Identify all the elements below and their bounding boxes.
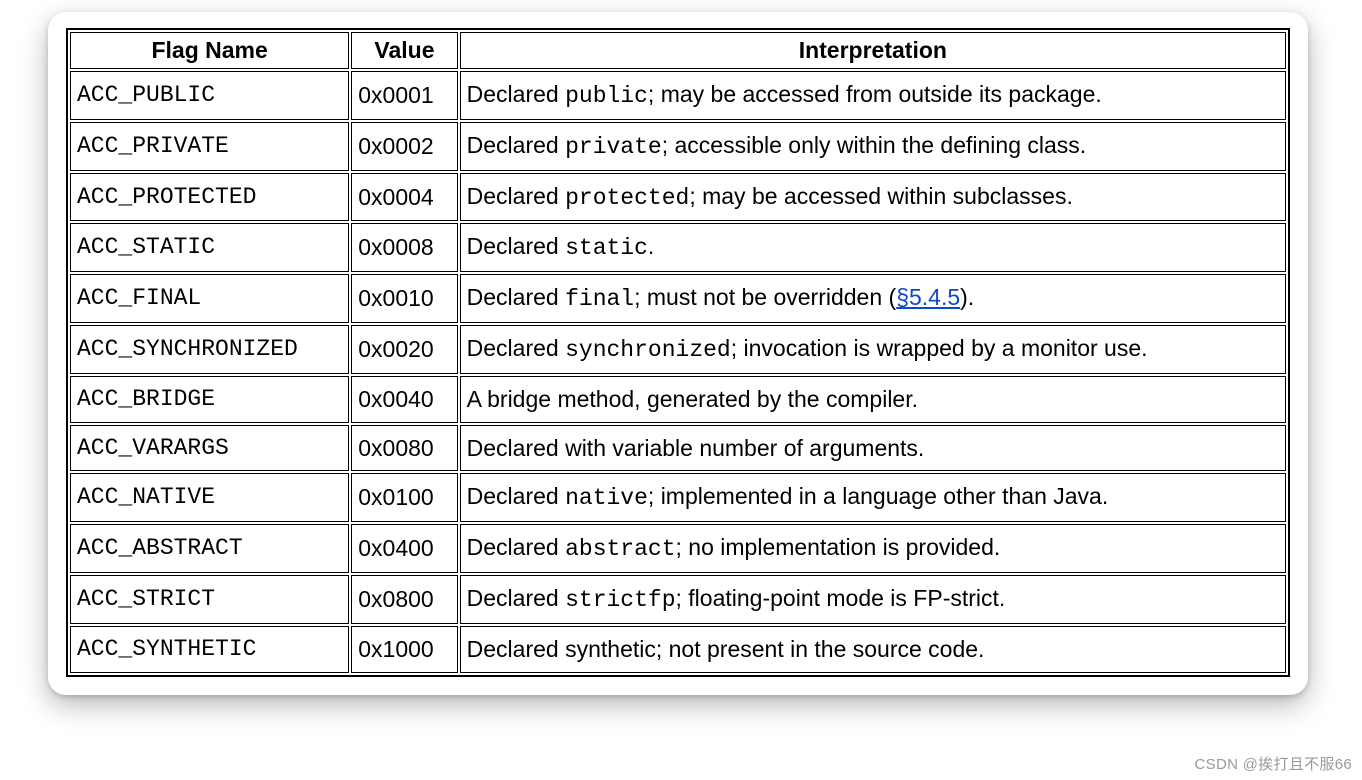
cell-interpretation: Declared static. [460, 223, 1286, 272]
header-interpretation: Interpretation [460, 32, 1286, 69]
cell-value: 0x0400 [351, 524, 457, 573]
watermark-text: CSDN @挨打且不服66 [1195, 753, 1352, 774]
header-value: Value [351, 32, 457, 69]
table-row: ACC_PROTECTED0x0004Declared protected; m… [70, 173, 1286, 222]
interp-text-pre: Declared [467, 233, 565, 259]
cell-value: 0x0001 [351, 71, 457, 120]
interp-text-pre: Declared [467, 81, 565, 107]
cell-interpretation: Declared public; may be accessed from ou… [460, 71, 1286, 120]
table-row: ACC_STRICT0x0800Declared strictfp; float… [70, 575, 1286, 624]
cell-interpretation: Declared private; accessible only within… [460, 122, 1286, 171]
interp-text-pre: Declared [467, 284, 565, 310]
cell-value: 0x0040 [351, 376, 457, 423]
table-header-row: Flag Name Value Interpretation [70, 32, 1286, 69]
cell-flag-name: ACC_ABSTRACT [70, 524, 349, 573]
table-row: ACC_FINAL0x0010Declared final; must not … [70, 274, 1286, 323]
interp-text-pre: Declared [467, 132, 565, 158]
cell-interpretation: Declared synchronized; invocation is wra… [460, 325, 1286, 374]
section-link[interactable]: §5.4.5 [896, 284, 960, 310]
cell-flag-name: ACC_STRICT [70, 575, 349, 624]
interp-keyword: protected [565, 185, 689, 211]
cell-interpretation: A bridge method, generated by the compil… [460, 376, 1286, 423]
cell-interpretation: Declared abstract; no implementation is … [460, 524, 1286, 573]
cell-interpretation: Declared synthetic; not present in the s… [460, 626, 1286, 673]
interp-keyword: static [565, 235, 648, 261]
interp-text-post: ; no implementation is provided. [676, 534, 1001, 560]
cell-flag-name: ACC_VARARGS [70, 425, 349, 472]
interp-text-pre: Declared [467, 483, 565, 509]
table-row: ACC_SYNTHETIC0x1000 Declared synthetic; n… [70, 626, 1286, 673]
interp-text-pre: Declared [467, 335, 565, 361]
table-row: ACC_ABSTRACT0x0400Declared abstract; no … [70, 524, 1286, 573]
cell-flag-name: ACC_PUBLIC [70, 71, 349, 120]
interp-keyword: native [565, 485, 648, 511]
cell-flag-name: ACC_PRIVATE [70, 122, 349, 171]
cell-interpretation: Declared with variable number of argumen… [460, 425, 1286, 472]
cell-value: 0x0002 [351, 122, 457, 171]
table-row: ACC_STATIC0x0008Declared static. [70, 223, 1286, 272]
cell-flag-name: ACC_SYNCHRONIZED [70, 325, 349, 374]
table-row: ACC_NATIVE0x0100Declared native; impleme… [70, 473, 1286, 522]
interp-keyword: final [565, 286, 634, 312]
cell-flag-name: ACC_PROTECTED [70, 173, 349, 222]
table-row: ACC_SYNCHRONIZED0x0020Declared synchroni… [70, 325, 1286, 374]
interp-text-post: . [648, 233, 654, 259]
interp-text-post: ; accessible only within the defining cl… [662, 132, 1086, 158]
cell-value: 0x0004 [351, 173, 457, 222]
interp-text-pre: Declared [467, 534, 565, 560]
cell-value: 0x0100 [351, 473, 457, 522]
cell-flag-name: ACC_BRIDGE [70, 376, 349, 423]
interp-text-post: ; may be accessed within subclasses. [689, 183, 1073, 209]
table-row: ACC_BRIDGE0x0040 A bridge method, generat… [70, 376, 1286, 423]
document-card: Flag Name Value Interpretation ACC_PUBLI… [48, 12, 1308, 695]
cell-flag-name: ACC_NATIVE [70, 473, 349, 522]
cell-interpretation: Declared native; implemented in a langua… [460, 473, 1286, 522]
interp-keyword: synchronized [565, 337, 731, 363]
interp-text-pre: Declared synthetic; not present in the s… [467, 636, 985, 662]
cell-value: 0x0080 [351, 425, 457, 472]
cell-value: 0x0020 [351, 325, 457, 374]
interp-keyword: public [565, 83, 648, 109]
table-row: ACC_VARARGS0x0080 Declared with variable … [70, 425, 1286, 472]
cell-value: 0x0008 [351, 223, 457, 272]
interp-text-post: ; may be accessed from outside its packa… [648, 81, 1102, 107]
interp-text-post: ; invocation is wrapped by a monitor use… [731, 335, 1148, 361]
interp-keyword: abstract [565, 536, 675, 562]
table-row: ACC_PRIVATE0x0002Declared private; acces… [70, 122, 1286, 171]
cell-interpretation: Declared strictfp; floating-point mode i… [460, 575, 1286, 624]
cell-value: 0x0010 [351, 274, 457, 323]
interp-text-pre: Declared with variable number of argumen… [467, 435, 925, 461]
table-row: ACC_PUBLIC0x0001Declared public; may be … [70, 71, 1286, 120]
interp-text-pre: Declared [467, 183, 565, 209]
cell-flag-name: ACC_FINAL [70, 274, 349, 323]
interp-text-after-link: ). [960, 284, 974, 310]
cell-interpretation: Declared protected; may be accessed with… [460, 173, 1286, 222]
cell-value: 0x0800 [351, 575, 457, 624]
interp-keyword: strictfp [565, 587, 675, 613]
access-flags-table: Flag Name Value Interpretation ACC_PUBLI… [66, 28, 1290, 677]
interp-text-pre: A bridge method, generated by the compil… [467, 386, 918, 412]
cell-interpretation: Declared final; must not be overridden (… [460, 274, 1286, 323]
interp-text-post: ; implemented in a language other than J… [648, 483, 1108, 509]
interp-text-pre: Declared [467, 585, 565, 611]
interp-keyword: private [565, 134, 662, 160]
cell-value: 0x1000 [351, 626, 457, 673]
interp-text-post: ; floating-point mode is FP-strict. [676, 585, 1006, 611]
cell-flag-name: ACC_STATIC [70, 223, 349, 272]
interp-text-post: ; must not be overridden ( [634, 284, 896, 310]
header-flag-name: Flag Name [70, 32, 349, 69]
cell-flag-name: ACC_SYNTHETIC [70, 626, 349, 673]
